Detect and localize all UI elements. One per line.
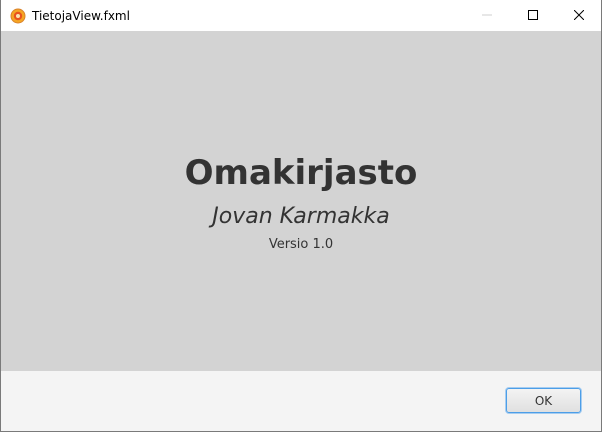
minimize-button[interactable] <box>464 0 510 31</box>
ok-button[interactable]: OK <box>506 388 581 413</box>
author-name: Jovan Karmakka <box>212 204 390 229</box>
maximize-icon <box>528 7 538 25</box>
version-label: Versio 1.0 <box>268 237 334 252</box>
button-bar: OK <box>1 371 601 431</box>
app-icon <box>10 8 26 24</box>
window-title: TietojaView.fxml <box>32 8 130 23</box>
maximize-button[interactable] <box>510 0 556 31</box>
close-button[interactable] <box>556 0 601 31</box>
about-window: TietojaView.fxml Omakirjasto Jovan Karma… <box>0 0 602 432</box>
app-name: Omakirjasto <box>184 153 418 193</box>
close-icon <box>573 7 585 25</box>
title-bar[interactable]: TietojaView.fxml <box>1 0 601 31</box>
about-content: Omakirjasto Jovan Karmakka Versio 1.0 <box>1 31 601 371</box>
minimize-icon <box>482 7 492 25</box>
